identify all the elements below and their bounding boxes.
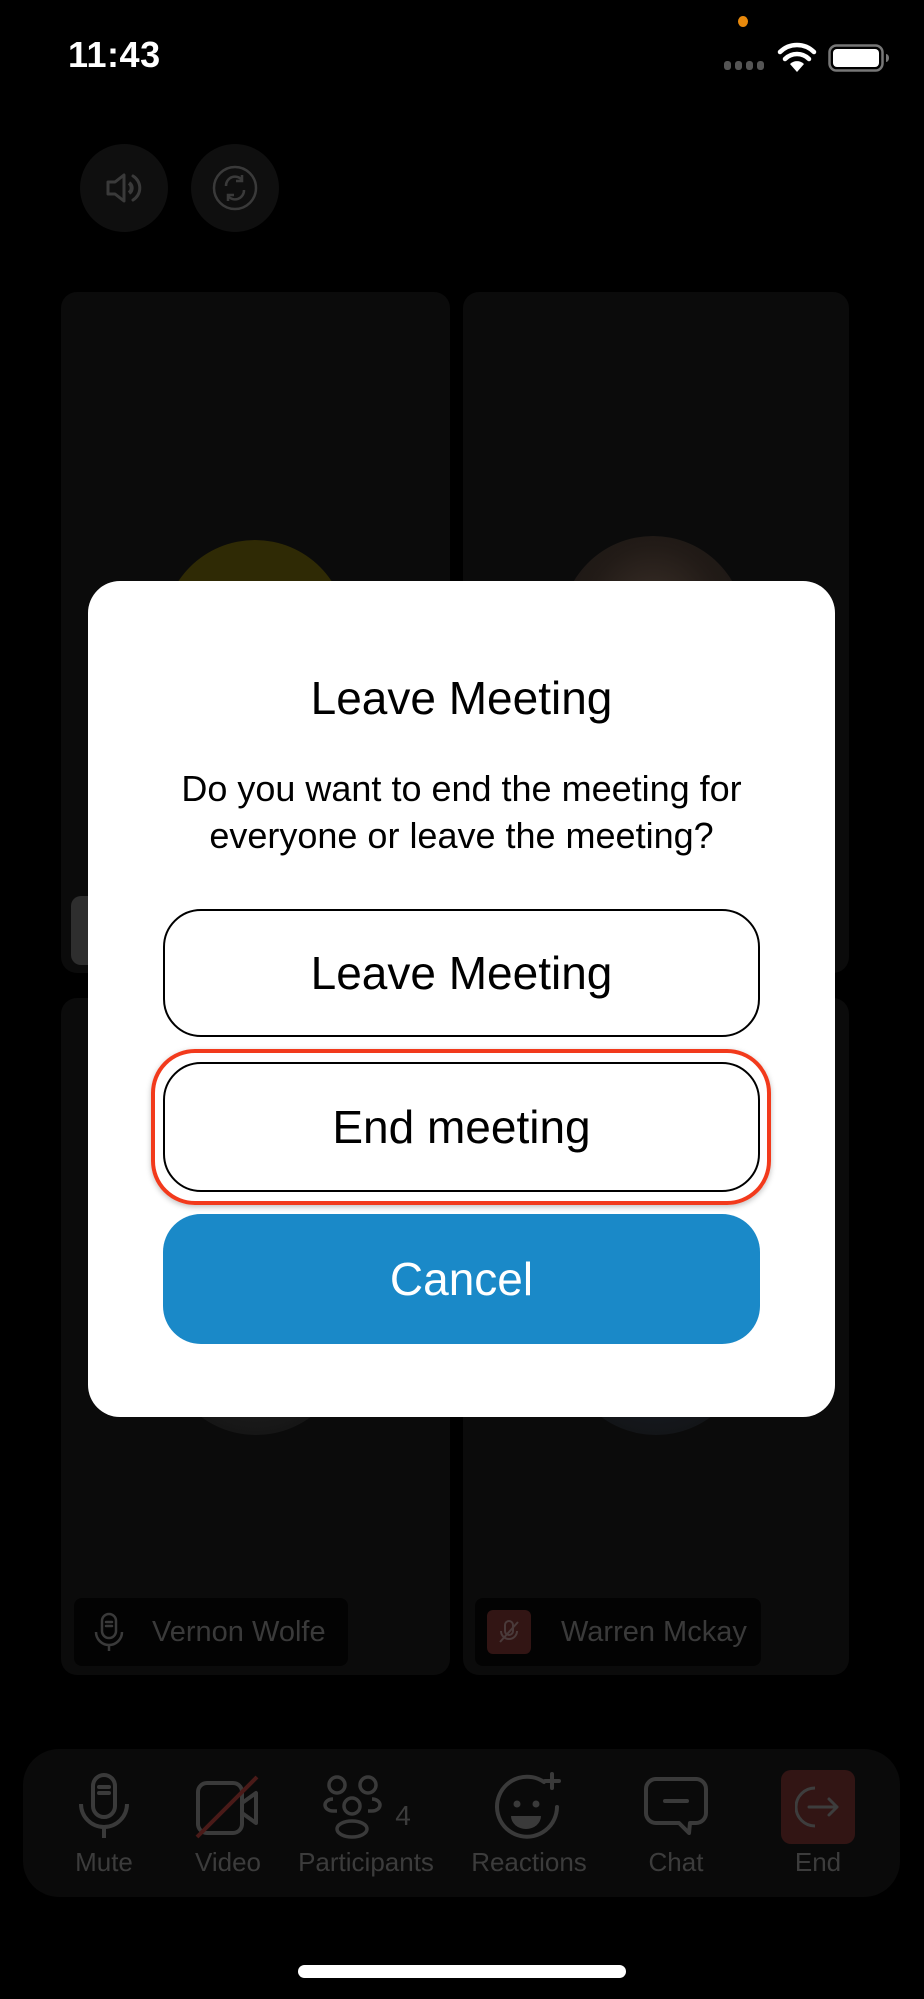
- video-label: Video: [194, 1847, 262, 1877]
- participant-count: 4: [395, 1800, 411, 1831]
- end-label: End: [794, 1847, 842, 1877]
- chat-icon: [644, 1777, 708, 1835]
- leave-meeting-dialog: Leave Meeting Do you want to end the mee…: [88, 581, 835, 1417]
- speaker-icon: [106, 173, 142, 203]
- participants-button[interactable]: 4 Participants: [291, 1749, 441, 1897]
- status-time: 11:43: [68, 34, 161, 75]
- end-meeting-button[interactable]: End meeting: [163, 1062, 760, 1192]
- meeting-toolbar: Mute Video 4 Participants Reactions Chat…: [23, 1749, 900, 1897]
- participant-name: Warren Mckay: [561, 1615, 747, 1648]
- mute-button[interactable]: Mute: [44, 1749, 164, 1897]
- microphone-icon: [79, 1773, 129, 1838]
- muted-badge: [487, 1610, 531, 1654]
- name-pill: Vernon Wolfe: [74, 1598, 348, 1666]
- leave-meeting-button[interactable]: Leave Meeting: [163, 909, 760, 1037]
- reactions-button[interactable]: Reactions: [464, 1749, 594, 1897]
- end-button[interactable]: End: [758, 1749, 878, 1897]
- switch-camera-button[interactable]: [191, 144, 279, 232]
- participants-icon: [323, 1775, 382, 1839]
- speaker-button[interactable]: [80, 144, 168, 232]
- battery-icon: [828, 44, 889, 72]
- reaction-emoji-icon: [495, 1772, 561, 1839]
- camera-switch-icon: [212, 165, 258, 211]
- video-off-icon: [195, 1775, 259, 1839]
- dialog-message: Do you want to end the meeting for every…: [181, 768, 742, 856]
- participants-label: Participants: [298, 1847, 434, 1877]
- video-button[interactable]: Video: [168, 1749, 288, 1897]
- chat-label: Chat: [648, 1847, 704, 1877]
- mic-muted-icon: [499, 1620, 519, 1643]
- microphone-icon: [94, 1612, 124, 1651]
- home-indicator[interactable]: [298, 1965, 626, 1978]
- cancel-button[interactable]: Cancel: [163, 1214, 760, 1344]
- cellular-signal-icon: [724, 61, 764, 70]
- dialog-title: Leave Meeting: [310, 672, 613, 724]
- participant-name: Vernon Wolfe: [152, 1615, 326, 1648]
- name-pill: Warren Mckay: [475, 1598, 761, 1666]
- reactions-label: Reactions: [471, 1847, 587, 1877]
- mute-label: Mute: [75, 1847, 133, 1877]
- recording-indicator-icon: [738, 16, 748, 27]
- wifi-icon: [777, 42, 817, 72]
- leave-icon: [795, 1786, 839, 1828]
- chat-button[interactable]: Chat: [616, 1749, 736, 1897]
